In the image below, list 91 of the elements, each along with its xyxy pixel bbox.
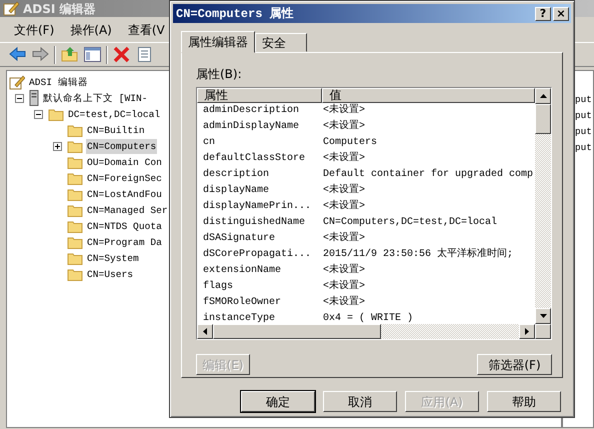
attribute-value[interactable]: CN=Computers,DC=test,DC=local (317, 215, 535, 231)
expand-icon[interactable] (53, 142, 62, 150)
editor-icon (3, 1, 19, 16)
attribute-value[interactable]: <未设置> (317, 295, 535, 311)
attribute-name[interactable]: defaultClassStore (197, 151, 317, 167)
folder-icon (67, 140, 83, 152)
folder-icon (48, 108, 64, 120)
attribute-value[interactable]: Default container for upgraded comp (317, 167, 535, 183)
folder-icon (67, 236, 83, 248)
attribute-value[interactable]: <未设置> (317, 279, 535, 295)
server-icon (29, 90, 39, 106)
tree-item[interactable]: CN=Users (86, 266, 134, 282)
vertical-scrollbar[interactable] (535, 88, 551, 324)
attribute-name[interactable]: adminDisplayName (197, 119, 317, 135)
tree-item[interactable]: ADSI 编辑器 (28, 74, 89, 90)
forward-arrow-icon[interactable] (31, 45, 50, 64)
collapse-icon[interactable] (15, 94, 24, 102)
dialog-title: CN=Computers 属性 (176, 6, 295, 22)
console-tree-icon[interactable] (83, 45, 102, 64)
menu-item[interactable]: 查看(V (128, 20, 165, 38)
tree-item[interactable]: CN=Computers (86, 138, 158, 154)
folder-icon (67, 268, 83, 280)
properties-icon[interactable] (135, 45, 154, 64)
column-header[interactable]: 属性 (197, 88, 322, 103)
menu-item[interactable]: 文件(F) (14, 20, 54, 38)
attribute-name[interactable]: displayName (197, 183, 317, 199)
tree-item[interactable]: DC=test,DC=local (67, 106, 162, 122)
list-item-text: put (574, 93, 593, 107)
attribute-value[interactable]: <未设置> (317, 119, 535, 135)
tree-item[interactable]: 默认命名上下文 [WIN- (42, 90, 149, 106)
dialog-button[interactable]: 帮助 (487, 391, 561, 412)
attribute-name[interactable]: flags (197, 279, 317, 295)
list-item-text: put (574, 109, 593, 123)
window-title: ADSI 编辑器 (23, 0, 96, 18)
close-button[interactable]: × (553, 6, 569, 20)
scroll-up-icon (540, 94, 546, 98)
scrollbar-thumb[interactable] (213, 324, 381, 339)
folder-icon (67, 220, 83, 232)
attribute-name[interactable]: dSCorePropagati... (197, 247, 317, 263)
attribute-name[interactable]: description (197, 167, 317, 183)
folder-icon (67, 156, 83, 168)
list-item-text: put (574, 125, 593, 139)
attribute-name[interactable]: dSASignature (197, 231, 317, 247)
folder-icon (67, 124, 83, 136)
editor-icon (9, 74, 25, 90)
attribute-name[interactable]: fSMORoleOwner (197, 295, 317, 311)
scroll-right-icon (525, 328, 529, 335)
folder-icon (67, 252, 83, 264)
tab[interactable]: 安全 (255, 33, 307, 52)
dialog-button[interactable]: 取消 (323, 391, 397, 412)
attribute-value[interactable]: <未设置> (317, 231, 535, 247)
list-item-text: put (574, 141, 593, 155)
attribute-name[interactable]: instanceType (197, 311, 317, 324)
tree-item[interactable]: CN=ForeignSec (86, 170, 163, 186)
tree-item[interactable]: CN=System (86, 250, 140, 266)
horizontal-scrollbar[interactable] (197, 324, 535, 339)
scroll-down-icon (540, 314, 546, 318)
attribute-value[interactable]: 0x4 = ( WRITE ) (317, 311, 535, 324)
back-arrow-icon[interactable] (8, 45, 27, 64)
attribute-value[interactable]: <未设置> (317, 103, 535, 119)
tree-item[interactable]: CN=Builtin (86, 122, 146, 138)
tree-item[interactable]: CN=LostAndFou (86, 186, 163, 202)
attribute-value[interactable]: <未设置> (317, 183, 535, 199)
attribute-name[interactable]: cn (197, 135, 317, 151)
help-button[interactable]: ? (535, 6, 551, 20)
tree-item[interactable]: CN=Program Da (86, 234, 163, 250)
scroll-left-icon (203, 328, 207, 335)
folder-icon (67, 172, 83, 184)
attribute-value[interactable]: Computers (317, 135, 535, 151)
attribute-name[interactable]: adminDescription (197, 103, 317, 119)
tree-item[interactable]: OU=Domain Con (86, 154, 163, 170)
attribute-value[interactable]: <未设置> (317, 199, 535, 215)
attribute-name[interactable]: distinguishedName (197, 215, 317, 231)
collapse-icon[interactable] (34, 110, 43, 118)
list-label: 属性(B): (196, 66, 243, 83)
dialog-button[interactable]: 确定 (241, 391, 315, 412)
attribute-name[interactable]: extensionName (197, 263, 317, 279)
menu-item[interactable]: 操作(A) (70, 20, 112, 38)
tree-item[interactable]: CN=NTDS Quota (86, 218, 163, 234)
folder-icon (67, 188, 83, 200)
attribute-value[interactable]: <未设置> (317, 151, 535, 167)
folder-icon (67, 204, 83, 216)
attribute-value[interactable]: 2015/11/9 23:50:56 太平洋标准时间; (317, 247, 535, 263)
scrollbar-thumb[interactable] (535, 104, 551, 134)
tree-item[interactable]: CN=Managed Ser (86, 202, 169, 218)
column-header[interactable]: 值 (322, 88, 535, 103)
filter-button[interactable]: 筛选器(F) (477, 354, 552, 375)
delete-icon[interactable] (112, 45, 131, 64)
tab[interactable]: 属性编辑器 (181, 31, 255, 53)
attribute-name[interactable]: displayNamePrin... (197, 199, 317, 215)
attribute-value[interactable]: <未设置> (317, 263, 535, 279)
